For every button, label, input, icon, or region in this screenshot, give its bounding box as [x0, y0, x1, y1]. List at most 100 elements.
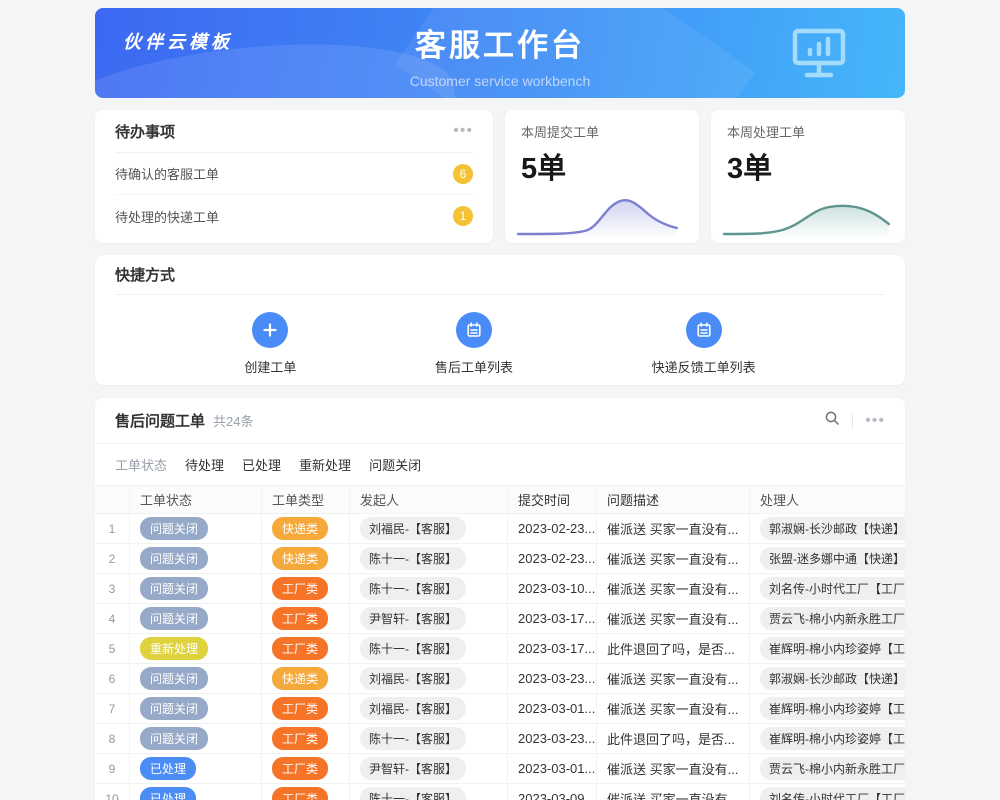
row-number: 9: [95, 754, 130, 783]
handler-pill: 贾云飞-棉小内新永胜工厂【工厂】: [760, 607, 905, 630]
table-row[interactable]: 1 问题关闭 快递类 刘福民-【客服】 2023-02-23... 催派送 买家…: [95, 514, 905, 544]
table-row[interactable]: 3 问题关闭 工厂类 陈十一-【客服】 2023-03-10... 催派送 买家…: [95, 574, 905, 604]
handler-pill: 崔辉明-棉小内珍姿婷【工厂】: [760, 637, 905, 660]
shortcut-aftersale-list[interactable]: 售后工单列表: [435, 312, 513, 376]
stat-card-submitted: 本周提交工单 5单: [505, 110, 699, 243]
handler-pill: 刘名传-小时代工厂【工厂】: [760, 577, 905, 600]
todo-item[interactable]: 待处理的快递工单 1: [115, 195, 473, 237]
type-pill: 工厂类: [272, 607, 328, 630]
table-row[interactable]: 2 问题关闭 快递类 陈十一-【客服】 2023-02-23... 催派送 买家…: [95, 544, 905, 574]
stat-title: 本周处理工单: [727, 122, 889, 141]
status-pill: 问题关闭: [140, 697, 208, 720]
type-pill: 工厂类: [272, 637, 328, 660]
sparkline-chart: [515, 187, 689, 239]
type-pill: 工厂类: [272, 697, 328, 720]
shortcut-express-feedback-list[interactable]: 快递反馈工单列表: [652, 312, 756, 376]
status-pill: 问题关闭: [140, 577, 208, 600]
type-pill: 工厂类: [272, 757, 328, 780]
sparkline-chart: [721, 187, 895, 239]
type-pill: 快递类: [272, 667, 328, 690]
monitor-chart-icon: [788, 25, 850, 86]
submit-time: 2023-03-09...: [508, 784, 597, 800]
handler-pill: 郭淑娴-长沙邮政【快递】: [760, 517, 905, 540]
type-pill: 工厂类: [272, 577, 328, 600]
problem-desc: 催派送 买家一直没有...: [597, 574, 750, 603]
stat-value: 3单: [727, 145, 889, 187]
type-pill: 工厂类: [272, 787, 328, 800]
type-pill: 快递类: [272, 547, 328, 570]
starter-pill: 刘福民-【客服】: [360, 697, 466, 720]
todo-item-label: 待确认的客服工单: [115, 164, 219, 183]
more-icon[interactable]: •••: [453, 126, 473, 136]
type-pill: 快递类: [272, 517, 328, 540]
shortcut-label: 快递反馈工单列表: [652, 357, 756, 376]
table-row[interactable]: 8 问题关闭 工厂类 陈十一-【客服】 2023-03-23... 此件退回了吗…: [95, 724, 905, 754]
submit-time: 2023-03-23...: [508, 724, 597, 753]
row-number: 2: [95, 544, 130, 573]
table-row[interactable]: 7 问题关闭 工厂类 刘福民-【客服】 2023-03-01... 催派送 买家…: [95, 694, 905, 724]
filter-option-pending[interactable]: 待处理: [185, 455, 224, 474]
status-pill: 问题关闭: [140, 517, 208, 540]
problem-desc: 催派送 买家一直没有...: [597, 604, 750, 633]
plus-icon: [252, 312, 288, 348]
starter-pill: 陈十一-【客服】: [360, 577, 466, 600]
header-banner: 伙伴云模板 客服工作台 Customer service workbench: [95, 8, 905, 98]
header-time: 提交时间: [508, 486, 597, 513]
starter-pill: 尹智轩-【客服】: [360, 607, 466, 630]
type-pill: 工厂类: [272, 727, 328, 750]
table-row[interactable]: 9 已处理 工厂类 尹智轩-【客服】 2023-03-01... 催派送 买家一…: [95, 754, 905, 784]
problem-desc: 催派送 买家一直没有...: [597, 514, 750, 543]
search-icon[interactable]: [824, 410, 840, 431]
shortcuts-title: 快捷方式: [115, 264, 175, 285]
row-number: 8: [95, 724, 130, 753]
status-pill: 问题关闭: [140, 667, 208, 690]
starter-pill: 尹智轩-【客服】: [360, 757, 466, 780]
filter-option-processed[interactable]: 已处理: [242, 455, 281, 474]
row-number: 10: [95, 784, 130, 800]
header-row-number: [95, 486, 130, 513]
more-icon[interactable]: •••: [865, 416, 885, 426]
handler-pill: 崔辉明-棉小内珍姿婷【工厂】: [760, 697, 905, 720]
handler-pill: 刘名传-小时代工厂【工厂】: [760, 787, 905, 800]
table-row[interactable]: 5 重新处理 工厂类 陈十一-【客服】 2023-03-17... 此件退回了吗…: [95, 634, 905, 664]
header-starter: 发起人: [350, 486, 508, 513]
shortcuts-card: 快捷方式 创建工单: [95, 255, 905, 385]
table-row[interactable]: 10 已处理 工厂类 陈十一-【客服】 2023-03-09... 催派送 买家…: [95, 784, 905, 800]
handler-pill: 郭淑娴-长沙邮政【快递】: [760, 667, 905, 690]
list-icon: [456, 312, 492, 348]
page-subtitle: Customer service workbench: [95, 73, 905, 89]
record-count: 共24条: [213, 411, 253, 430]
submit-time: 2023-02-23...: [508, 544, 597, 573]
shortcut-label: 售后工单列表: [435, 357, 513, 376]
filter-label: 工单状态: [115, 455, 167, 474]
header-handler: 处理人: [750, 486, 905, 513]
problem-desc: 催派送 买家一直没有...: [597, 664, 750, 693]
worksheet-title: 售后问题工单: [115, 410, 205, 431]
submit-time: 2023-03-10...: [508, 574, 597, 603]
problem-desc: 催派送 买家一直没有: [597, 784, 750, 800]
table-row[interactable]: 4 问题关闭 工厂类 尹智轩-【客服】 2023-03-17... 催派送 买家…: [95, 604, 905, 634]
table-row[interactable]: 6 问题关闭 快递类 刘福民-【客服】 2023-03-23... 催派送 买家…: [95, 664, 905, 694]
submit-time: 2023-02-23...: [508, 514, 597, 543]
submit-time: 2023-03-23...: [508, 664, 597, 693]
status-pill: 已处理: [140, 757, 196, 780]
tickets-table: 工单状态 工单类型 发起人 提交时间 问题描述 处理人 1 问题关闭 快递类 刘…: [95, 486, 905, 800]
divider: [852, 414, 853, 428]
stat-card-processed: 本周处理工单 3单: [711, 110, 905, 243]
problem-desc: 催派送 买家一直没有...: [597, 544, 750, 573]
submit-time: 2023-03-17...: [508, 604, 597, 633]
starter-pill: 陈十一-【客服】: [360, 727, 466, 750]
status-pill: 问题关闭: [140, 547, 208, 570]
status-pill: 问题关闭: [140, 607, 208, 630]
starter-pill: 陈十一-【客服】: [360, 787, 466, 800]
todo-item[interactable]: 待确认的客服工单 6: [115, 153, 473, 195]
shortcut-create-ticket[interactable]: 创建工单: [244, 312, 296, 376]
todo-item-label: 待处理的快递工单: [115, 207, 219, 226]
todo-card: 待办事项 ••• 待确认的客服工单 6 待处理的快递工单 1: [95, 110, 493, 243]
stat-value: 5单: [521, 145, 683, 187]
header-status: 工单状态: [130, 486, 262, 513]
count-badge: 6: [453, 164, 473, 184]
filter-option-reprocess[interactable]: 重新处理: [299, 455, 351, 474]
filter-option-closed[interactable]: 问题关闭: [369, 455, 421, 474]
page-title: 客服工作台: [95, 20, 905, 65]
